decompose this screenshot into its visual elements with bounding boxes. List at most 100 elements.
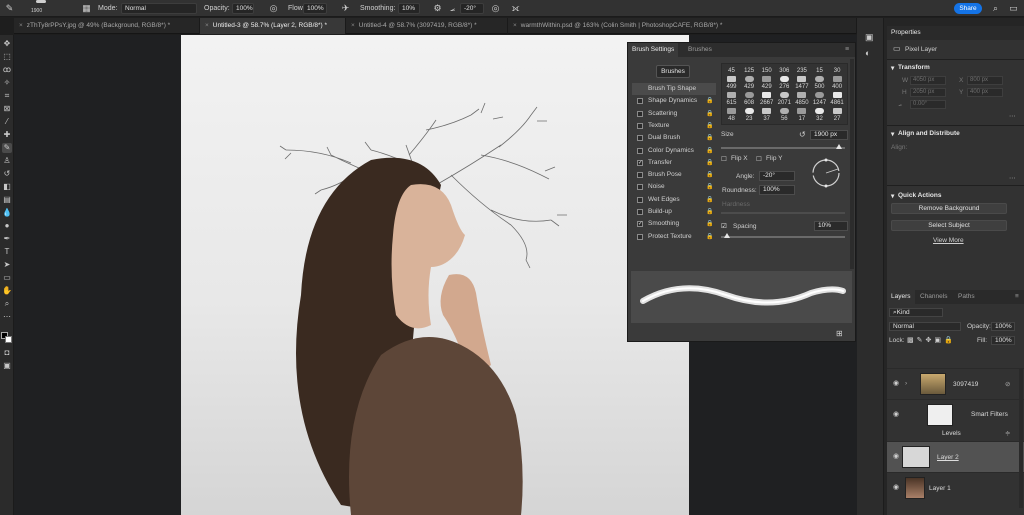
lock-icon[interactable]: 🔒 — [706, 206, 713, 218]
brush-option-row[interactable]: ✓ Smoothing 🔒 — [632, 218, 716, 230]
symmetry-icon[interactable]: ⟗ — [510, 3, 521, 14]
size-slider[interactable] — [721, 147, 845, 149]
brush-tool-icon[interactable]: ✎ — [2, 143, 12, 153]
brush-panel-scrollbar[interactable] — [850, 59, 854, 269]
new-brush-icon[interactable]: ⊞ — [836, 329, 843, 338]
layer-row-levels[interactable]: Levels ≑ — [887, 427, 1024, 441]
tab-document-2[interactable]: × Untitled-3 @ 58.7% (Layer 2, RGB/8*) * — [200, 18, 346, 34]
lock-icon[interactable]: 🔒 — [706, 132, 713, 144]
brush-tip-preset[interactable]: 17 — [794, 106, 809, 126]
quick-actions-chevron-icon[interactable]: ▾ — [891, 192, 894, 200]
angle-field[interactable]: -20° — [460, 3, 484, 14]
pen-tool-icon[interactable]: ✒ — [2, 234, 12, 244]
expand-chevron-icon[interactable]: › — [905, 380, 907, 387]
brush-option-row[interactable]: Brush Pose 🔒 — [632, 169, 716, 181]
brush-option-row[interactable]: Color Dynamics 🔒 — [632, 145, 716, 157]
tab-channels[interactable]: Channels — [916, 290, 951, 304]
tab-brushes[interactable]: Brushes — [684, 43, 716, 57]
brush-option-row[interactable]: Dual Brush 🔒 — [632, 132, 716, 144]
brush-option-checkbox[interactable] — [637, 147, 643, 154]
stamp-tool-icon[interactable]: ♙ — [2, 156, 12, 166]
more-options-icon[interactable]: ⋯ — [1009, 112, 1016, 120]
brush-panel-toggle-icon[interactable]: ▦ — [81, 3, 92, 14]
lock-icon[interactable]: 🔒 — [706, 218, 713, 230]
lasso-tool-icon[interactable]: ꝏ — [2, 65, 12, 75]
panel-icon-properties[interactable]: ▣ — [865, 32, 874, 43]
view-more-link[interactable]: View More — [933, 237, 964, 244]
panel-menu-icon[interactable]: ≡ — [1011, 290, 1023, 304]
eyedropper-tool-icon[interactable]: ⁄ — [2, 117, 12, 127]
visibility-eye-icon[interactable]: ◉ — [891, 452, 901, 462]
tab-brush-settings[interactable]: Brush Settings — [628, 43, 679, 57]
pressure-size-icon[interactable]: ◎ — [490, 3, 501, 14]
share-button[interactable]: Share — [954, 3, 982, 14]
tab-document-4[interactable]: × warmthWithin.psd @ 163% (Colin Smith | … — [508, 18, 857, 34]
brush-option-row[interactable]: Build-up 🔒 — [632, 206, 716, 218]
crop-tool-icon[interactable]: ⌗ — [2, 91, 12, 101]
opacity-field[interactable]: 100% — [232, 3, 254, 14]
lock-icon[interactable]: 🔒 — [706, 120, 713, 132]
more-tools-icon[interactable]: ⋯ — [2, 312, 12, 322]
brush-option-checkbox[interactable] — [637, 196, 643, 203]
angle-roundness-widget[interactable] — [810, 157, 842, 189]
zoom-tool-icon[interactable]: ⌕ — [2, 299, 12, 309]
quick-select-tool-icon[interactable]: ✧ — [2, 78, 12, 88]
brush-option-row[interactable]: ✓ Transfer 🔒 — [632, 157, 716, 169]
flip-y-checkbox[interactable]: ☐ — [756, 155, 762, 163]
spacing-checkbox[interactable]: ☑ — [721, 222, 727, 230]
brush-tip-preset[interactable]: 32 — [812, 106, 827, 126]
close-icon[interactable]: × — [513, 22, 517, 29]
brush-option-row[interactable]: Texture 🔒 — [632, 120, 716, 132]
brush-option-row[interactable]: Scattering 🔒 — [632, 108, 716, 120]
brush-option-checkbox[interactable]: ✓ — [637, 159, 643, 166]
spacing-slider-knob[interactable] — [724, 233, 730, 238]
brush-option-row[interactable]: Protect Texture 🔒 — [632, 231, 716, 243]
brush-option-row[interactable]: Noise 🔒 — [632, 181, 716, 193]
visibility-eye-icon[interactable]: ◉ — [891, 410, 901, 420]
marquee-tool-icon[interactable]: ⬚ — [2, 52, 12, 62]
layer-row-layer-1[interactable]: ◉ Layer 1 — [887, 472, 1024, 503]
flow-field[interactable]: 100% — [303, 3, 327, 14]
transform-chevron-icon[interactable]: ▾ — [891, 64, 894, 72]
brush-tip-preset[interactable]: 23 — [742, 106, 757, 126]
hand-tool-icon[interactable]: ✋ — [2, 286, 12, 296]
rotation-field[interactable]: 0.00° — [910, 100, 946, 109]
mode-select[interactable]: Normal — [121, 3, 197, 14]
lock-icon[interactable]: 🔒 — [706, 108, 713, 120]
flip-x-checkbox[interactable]: ☐ — [721, 155, 727, 163]
lock-options-icon[interactable]: ▩✎✥▣🔒 — [907, 336, 956, 344]
brush-option-checkbox[interactable] — [637, 122, 643, 129]
x-field[interactable]: 800 px — [967, 76, 1003, 85]
brush-option-checkbox[interactable] — [637, 110, 643, 117]
close-icon[interactable]: × — [351, 22, 355, 29]
brush-option-row[interactable]: Brush Tip Shape — [632, 83, 716, 95]
panel-icon-adjust[interactable]: ◐ — [865, 48, 870, 58]
lock-icon[interactable]: 🔒 — [706, 145, 713, 157]
smoothing-settings-gear-icon[interactable]: ⚙ — [432, 3, 443, 14]
brush-option-checkbox[interactable] — [637, 209, 643, 215]
fill-field[interactable]: 100% — [991, 336, 1015, 345]
layer-row-smart-filters[interactable]: ◉ Smart Filters — [887, 399, 1024, 427]
panel-menu-icon[interactable]: ≡ — [845, 45, 854, 54]
brush-option-checkbox[interactable]: ✓ — [637, 221, 643, 228]
brush-option-checkbox[interactable] — [637, 184, 643, 191]
frame-tool-icon[interactable]: ⊠ — [2, 104, 12, 114]
tab-document-1[interactable]: × zThTy8rPPsY.jpg @ 49% (Background, RGB/… — [14, 18, 200, 34]
screen-mode-icon[interactable]: ▣ — [2, 361, 12, 371]
path-select-icon[interactable]: ➤ — [2, 260, 12, 270]
brush-option-checkbox[interactable] — [637, 135, 643, 142]
brush-tip-preset[interactable]: 27 — [830, 106, 845, 126]
gradient-tool-icon[interactable]: ▤ — [2, 195, 12, 205]
history-brush-icon[interactable]: ↺ — [2, 169, 12, 179]
brush-tip-grid[interactable]: 45 125 150 306 235 15 30 499 429 429 276 1477 500 400… — [721, 63, 848, 125]
eraser-tool-icon[interactable]: ◧ — [2, 182, 12, 192]
layer-row-smart-object[interactable]: ◉ › 3097419 ⊘ — [887, 368, 1024, 399]
width-field[interactable]: 4050 px — [910, 76, 946, 85]
align-chevron-icon[interactable]: ▾ — [891, 130, 894, 138]
spacing-slider[interactable] — [721, 236, 845, 238]
tab-paths[interactable]: Paths — [954, 290, 979, 304]
brush-option-checkbox[interactable] — [637, 172, 643, 179]
shape-tool-icon[interactable]: ▭ — [2, 273, 12, 283]
angle-field[interactable]: -20° — [759, 171, 795, 181]
visibility-eye-icon[interactable]: ◉ — [891, 379, 901, 389]
